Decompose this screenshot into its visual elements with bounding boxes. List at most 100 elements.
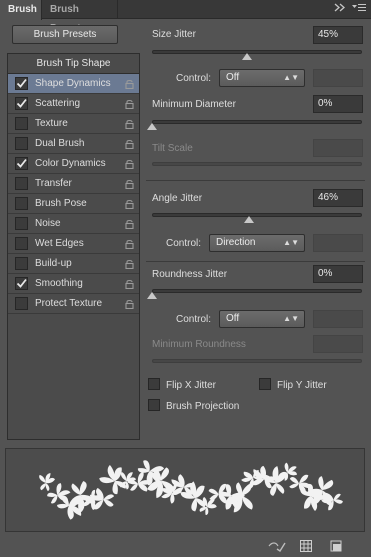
angle-jitter-slider[interactable] xyxy=(152,213,362,217)
checkmark-icon xyxy=(16,98,27,108)
new-preset-icon[interactable] xyxy=(330,540,342,552)
angle-jitter-field[interactable]: 46% xyxy=(313,189,363,207)
flip-y-checkbox[interactable] xyxy=(259,378,271,390)
scattering-label: Scattering xyxy=(35,98,81,109)
size-jitter-slider[interactable] xyxy=(152,50,362,54)
scattering-checkbox[interactable] xyxy=(15,97,28,110)
lock-icon[interactable] xyxy=(125,259,134,269)
transfer-label: Transfer xyxy=(35,178,72,189)
lock-icon[interactable] xyxy=(125,79,134,89)
protect-texture-label: Protect Texture xyxy=(35,298,103,309)
panel-menu-icon[interactable] xyxy=(352,3,366,17)
lock-icon[interactable] xyxy=(125,239,134,249)
angle-control-label: Control: xyxy=(166,238,202,249)
size-control-select[interactable]: Off ▲▼ xyxy=(219,69,305,87)
list-item-shape-dynamics[interactable]: Shape Dynamics xyxy=(8,74,139,94)
chevron-updown-icon: ▲▼ xyxy=(283,73,299,82)
dual-brush-checkbox[interactable] xyxy=(15,137,28,150)
build-up-checkbox[interactable] xyxy=(15,257,28,270)
list-item-color-dynamics[interactable]: Color Dynamics xyxy=(8,154,139,174)
tilt-scale-slider xyxy=(152,162,362,166)
brush-presets-button[interactable]: Brush Presets xyxy=(12,25,118,44)
minimum-roundness-label: Minimum Roundness xyxy=(152,339,246,350)
double-arrow-icon[interactable] xyxy=(334,3,345,16)
brush-settings-list: Brush Tip Shape Shape Dynamics Scattering… xyxy=(7,53,140,440)
color-dynamics-checkbox[interactable] xyxy=(15,157,28,170)
lock-icon[interactable] xyxy=(125,299,134,309)
lock-icon[interactable] xyxy=(125,99,134,109)
size-jitter-field[interactable]: 45% xyxy=(313,26,363,44)
list-item-build-up[interactable]: Build-up xyxy=(8,254,139,274)
size-control-field xyxy=(313,69,363,87)
lock-icon[interactable] xyxy=(125,179,134,189)
build-up-label: Build-up xyxy=(35,258,72,269)
grid-icon[interactable] xyxy=(300,540,312,552)
texture-checkbox[interactable] xyxy=(15,117,28,130)
roundness-jitter-slider-thumb[interactable] xyxy=(147,292,157,299)
lock-icon[interactable] xyxy=(125,199,134,209)
divider xyxy=(146,180,365,181)
toggle-live-tip-icon[interactable] xyxy=(268,540,286,552)
tilt-scale-field xyxy=(313,139,363,157)
flip-y-label: Flip Y Jitter xyxy=(277,380,327,391)
flip-x-label: Flip X Jitter xyxy=(166,380,217,391)
brush-stroke-preview xyxy=(5,448,365,532)
brush-pose-checkbox[interactable] xyxy=(15,197,28,210)
roundness-jitter-slider[interactable] xyxy=(152,289,362,293)
lock-icon[interactable] xyxy=(125,159,134,169)
list-item-protect-texture[interactable]: Protect Texture xyxy=(8,294,139,314)
shape-dynamics-checkbox[interactable] xyxy=(15,77,28,90)
angle-control-value: Direction xyxy=(216,237,256,248)
checkmark-icon xyxy=(16,158,27,168)
size-jitter-slider-thumb[interactable] xyxy=(241,53,252,60)
brush-stroke-preview-image xyxy=(39,457,345,523)
list-item-texture[interactable]: Texture xyxy=(8,114,139,134)
roundness-control-label: Control: xyxy=(176,314,212,325)
checkmark-icon xyxy=(16,78,27,88)
minimum-diameter-field[interactable]: 0% xyxy=(313,95,363,113)
minimum-diameter-slider[interactable] xyxy=(152,120,362,124)
size-jitter-label: Size Jitter xyxy=(152,29,196,40)
brush-projection-checkbox[interactable] xyxy=(148,399,160,411)
angle-jitter-label: Angle Jitter xyxy=(152,193,203,204)
list-item-brush-pose[interactable]: Brush Pose xyxy=(8,194,139,214)
smoothing-checkbox[interactable] xyxy=(15,277,28,290)
minimum-roundness-field xyxy=(313,335,363,353)
chevron-updown-icon: ▲▼ xyxy=(283,238,299,247)
roundness-jitter-label: Roundness Jitter xyxy=(152,269,228,280)
noise-checkbox[interactable] xyxy=(15,217,28,230)
flip-x-checkbox[interactable] xyxy=(148,378,160,390)
roundness-control-field xyxy=(313,310,363,328)
color-dynamics-label: Color Dynamics xyxy=(35,158,106,169)
minimum-roundness-slider xyxy=(152,359,362,363)
roundness-control-select[interactable]: Off ▲▼ xyxy=(219,310,305,328)
brush-tip-shape-item[interactable]: Brush Tip Shape xyxy=(8,54,139,74)
checkmark-icon xyxy=(16,278,27,288)
tab-brush-presets[interactable]: Brush Presets xyxy=(42,0,118,34)
dual-brush-label: Dual Brush xyxy=(35,138,85,149)
wet-edges-label: Wet Edges xyxy=(35,238,84,249)
list-item-wet-edges[interactable]: Wet Edges xyxy=(8,234,139,254)
list-item-noise[interactable]: Noise xyxy=(8,214,139,234)
list-item-smoothing[interactable]: Smoothing xyxy=(8,274,139,294)
smoothing-label: Smoothing xyxy=(35,278,83,289)
lock-icon[interactable] xyxy=(125,279,134,289)
brush-pose-label: Brush Pose xyxy=(35,198,87,209)
list-item-transfer[interactable]: Transfer xyxy=(8,174,139,194)
angle-jitter-slider-thumb[interactable] xyxy=(243,216,254,223)
lock-icon[interactable] xyxy=(125,139,134,149)
chevron-updown-icon: ▲▼ xyxy=(283,314,299,323)
lock-icon[interactable] xyxy=(125,119,134,129)
angle-control-select[interactable]: Direction ▲▼ xyxy=(209,234,305,252)
list-item-dual-brush[interactable]: Dual Brush xyxy=(8,134,139,154)
minimum-diameter-slider-thumb[interactable] xyxy=(147,123,157,130)
list-item-scattering[interactable]: Scattering xyxy=(8,94,139,114)
protect-texture-checkbox[interactable] xyxy=(15,297,28,310)
divider xyxy=(146,261,365,262)
roundness-jitter-field[interactable]: 0% xyxy=(313,265,363,283)
tab-brush[interactable]: Brush xyxy=(0,0,42,20)
transfer-checkbox[interactable] xyxy=(15,177,28,190)
lock-icon[interactable] xyxy=(125,219,134,229)
wet-edges-checkbox[interactable] xyxy=(15,237,28,250)
noise-label: Noise xyxy=(35,218,61,229)
